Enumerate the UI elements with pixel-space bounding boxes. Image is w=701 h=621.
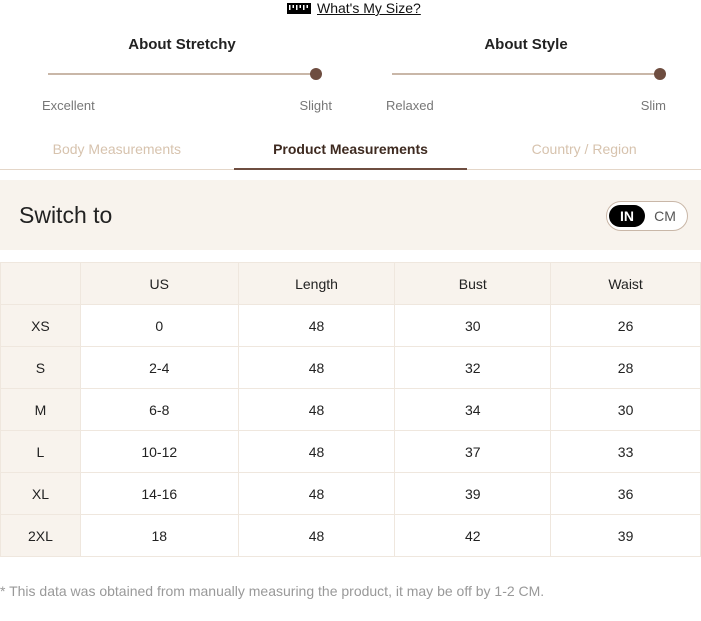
cell-bust: 42 — [394, 514, 552, 557]
cell-us: 6-8 — [79, 388, 239, 431]
table-header-row: US Length Bust Waist — [0, 262, 701, 305]
tab-body-measurements[interactable]: Body Measurements — [0, 134, 234, 169]
style-track — [392, 73, 660, 75]
cell-length: 48 — [237, 388, 396, 431]
table-header-length: Length — [237, 262, 396, 305]
cell-size: 2XL — [0, 514, 81, 557]
cell-bust: 37 — [394, 430, 552, 473]
table-header-waist: Waist — [550, 262, 701, 305]
ruler-icon — [287, 2, 311, 14]
table-row: 2XL 18 48 42 39 — [0, 514, 701, 557]
table-row: M 6-8 48 34 30 — [0, 388, 701, 431]
table-header-us: US — [79, 262, 239, 305]
whats-my-size-link[interactable]: What's My Size? — [287, 0, 421, 16]
stretchy-indicator — [310, 68, 322, 80]
cell-waist: 39 — [550, 514, 701, 557]
stretchy-title: About Stretchy — [128, 36, 236, 53]
cell-bust: 30 — [394, 304, 552, 347]
cell-bust: 39 — [394, 472, 552, 515]
stretchy-left-label: Excellent — [42, 98, 95, 113]
size-table: US Length Bust Waist XS 0 48 30 26 S 2-4 48 32 28… — [0, 262, 701, 557]
table-row: L 10-12 48 37 33 — [0, 430, 701, 473]
cell-length: 48 — [237, 304, 396, 347]
style-title: About Style — [484, 36, 568, 53]
tab-product-measurements[interactable]: Product Measurements — [233, 134, 468, 170]
table-row: S 2-4 48 32 28 — [0, 346, 701, 389]
cell-waist: 26 — [550, 304, 701, 347]
cell-size: XS — [0, 304, 81, 347]
stretchy-scale: About Stretchy Excellent Slight — [32, 36, 332, 113]
cell-us: 10-12 — [79, 430, 239, 473]
stretchy-track — [48, 73, 316, 75]
table-header-bust: Bust — [394, 262, 552, 305]
cell-waist: 28 — [550, 346, 701, 389]
cell-us: 14-16 — [79, 472, 239, 515]
cell-size: XL — [0, 472, 81, 515]
cell-waist: 30 — [550, 388, 701, 431]
table-header-size — [0, 262, 81, 305]
cell-length: 48 — [237, 472, 396, 515]
unit-switch-bar: Switch to IN CM — [0, 180, 701, 250]
switch-to-label: Switch to — [19, 202, 113, 228]
table-row: XS 0 48 30 26 — [0, 304, 701, 347]
cell-size: M — [0, 388, 81, 431]
style-right-label: Slim — [640, 98, 666, 113]
cell-us: 18 — [79, 514, 239, 557]
table-row: XL 14-16 48 39 36 — [0, 472, 701, 515]
style-left-label: Relaxed — [386, 98, 434, 113]
cell-length: 48 — [237, 514, 396, 557]
tab-country-region[interactable]: Country / Region — [467, 134, 701, 169]
unit-toggle[interactable]: IN CM — [606, 201, 688, 231]
measurement-tabs: Body Measurements Product Measurements C… — [0, 134, 701, 170]
stretchy-right-label: Slight — [299, 98, 332, 113]
cell-us: 2-4 — [79, 346, 239, 389]
style-indicator — [654, 68, 666, 80]
cell-waist: 33 — [550, 430, 701, 473]
cell-length: 48 — [237, 346, 396, 389]
cell-us: 0 — [79, 304, 239, 347]
whats-my-size-label[interactable]: What's My Size? — [317, 0, 421, 16]
cell-length: 48 — [237, 430, 396, 473]
cell-size: L — [0, 430, 81, 473]
measurement-footnote: * This data was obtained from manually m… — [0, 583, 545, 599]
unit-option-cm[interactable]: CM — [647, 205, 683, 227]
style-scale: About Style Relaxed Slim — [376, 36, 676, 113]
cell-waist: 36 — [550, 472, 701, 515]
cell-bust: 34 — [394, 388, 552, 431]
cell-size: S — [0, 346, 81, 389]
unit-option-in[interactable]: IN — [609, 205, 645, 227]
cell-bust: 32 — [394, 346, 552, 389]
